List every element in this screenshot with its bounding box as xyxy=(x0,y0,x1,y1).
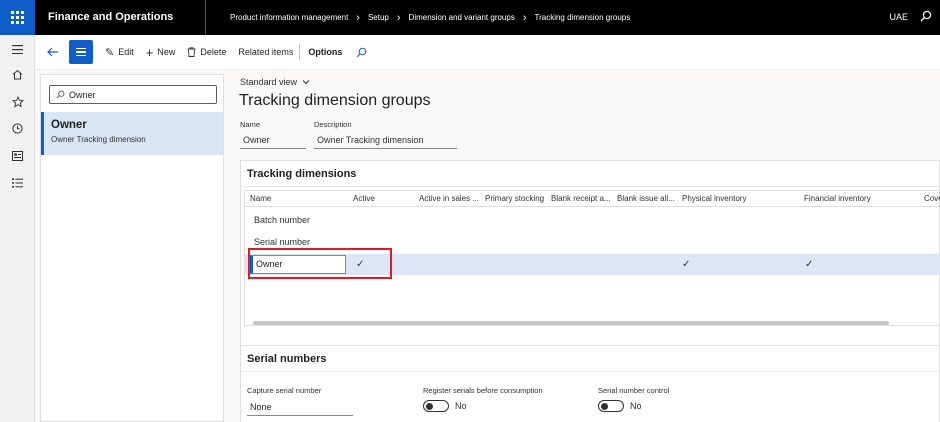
star-icon[interactable] xyxy=(11,95,24,108)
list-icon[interactable] xyxy=(11,176,24,189)
waffle-icon xyxy=(11,11,24,24)
hamburger-icon[interactable] xyxy=(11,43,24,56)
register-serials-value: No xyxy=(455,401,467,411)
column-header[interactable]: Primary stocking xyxy=(485,191,547,207)
highlight-box xyxy=(248,248,392,279)
serial-numbers-section: Serial numbers Capture serial number Non… xyxy=(240,345,940,422)
delete-label: Delete xyxy=(200,47,227,57)
app-title[interactable]: Finance and Operations xyxy=(35,0,206,35)
register-serials-field: Register serials before consumption No xyxy=(423,386,543,412)
list-item[interactable]: Owner Owner Tracking dimension xyxy=(41,112,223,155)
column-header[interactable]: Blank receipt a... xyxy=(551,191,613,207)
register-serials-label: Register serials before consumption xyxy=(423,386,543,395)
serial-control-toggle[interactable] xyxy=(598,400,624,412)
delete-button[interactable]: Delete xyxy=(181,35,232,70)
new-button[interactable]: + New xyxy=(140,35,182,70)
column-header[interactable]: Active in sales ... xyxy=(419,191,481,207)
record-list-panel: Owner Owner Owner Tracking dimension xyxy=(40,74,224,422)
page-title: Tracking dimension groups xyxy=(239,92,431,109)
chevron-down-icon xyxy=(302,80,309,85)
name-label: Name xyxy=(240,120,261,129)
navigation-rail xyxy=(0,35,35,422)
column-header[interactable]: Physical inventory xyxy=(682,191,792,207)
back-arrow-icon xyxy=(47,47,58,57)
pencil-icon: ✎ xyxy=(105,46,115,59)
breadcrumb-item[interactable]: Dimension and variant groups xyxy=(409,13,515,22)
top-bar: Finance and Operations Product informati… xyxy=(0,0,940,35)
capture-serial-select[interactable]: None xyxy=(247,402,353,416)
column-header[interactable]: Cove xyxy=(924,191,940,207)
grid-header: Name Active Active in sales ... Primary … xyxy=(245,191,940,207)
list-item-title: Owner xyxy=(51,119,87,131)
filter-input[interactable]: Owner xyxy=(49,85,217,104)
serial-control-value: No xyxy=(630,401,642,411)
clock-icon[interactable] xyxy=(11,122,24,135)
horizontal-scrollbar[interactable] xyxy=(253,321,889,325)
edit-button[interactable]: ✎ Edit xyxy=(99,35,140,70)
serial-control-label: Serial number control xyxy=(598,386,670,395)
view-selector[interactable]: Standard view xyxy=(240,77,310,87)
workspace-icon[interactable] xyxy=(11,149,24,162)
description-field: Description Owner Tracking dimension xyxy=(314,120,457,149)
capture-serial-field: Capture serial number None xyxy=(247,386,353,416)
breadcrumb-item[interactable]: Setup xyxy=(368,13,389,22)
search-icon xyxy=(357,47,367,57)
action-pane: ✎ Edit + New Delete Related items Option… xyxy=(35,35,940,70)
related-items-button[interactable]: Related items xyxy=(232,35,299,70)
breadcrumb-item[interactable]: Product information management xyxy=(230,13,348,22)
chevron-right-icon: › xyxy=(522,11,527,24)
section-title[interactable]: Serial numbers xyxy=(241,346,939,372)
section-title[interactable]: Tracking dimensions xyxy=(241,161,939,187)
list-item-subtitle: Owner Tracking dimension xyxy=(51,135,146,144)
row-name: Batch number xyxy=(254,215,311,225)
view-selector-label: Standard view xyxy=(240,77,298,87)
details-pane: Standard view Tracking dimension groups … xyxy=(228,70,940,422)
search-icon xyxy=(56,90,65,99)
column-header[interactable]: Active xyxy=(353,191,413,207)
breadcrumb-item[interactable]: Tracking dimension groups xyxy=(535,13,631,22)
column-header[interactable]: Financial inventory xyxy=(804,191,914,207)
chevron-right-icon: › xyxy=(396,11,401,24)
back-button[interactable] xyxy=(35,35,65,70)
plus-icon: + xyxy=(145,44,154,60)
column-header[interactable]: Name xyxy=(250,191,340,207)
name-input[interactable]: Owner xyxy=(240,135,306,149)
name-field: Name Owner xyxy=(240,120,306,149)
capture-serial-label: Capture serial number xyxy=(247,386,322,395)
trash-icon xyxy=(187,47,196,57)
physical-inventory-check-icon[interactable]: ✓ xyxy=(682,254,690,275)
column-header[interactable]: Blank issue all... xyxy=(617,191,679,207)
financial-inventory-check-icon[interactable]: ✓ xyxy=(805,254,813,275)
app-launcher-button[interactable] xyxy=(0,0,35,35)
description-label: Description xyxy=(314,120,352,129)
filter-value: Owner xyxy=(69,89,96,100)
serial-control-field: Serial number control No xyxy=(598,386,669,412)
list-view-button[interactable] xyxy=(69,40,93,64)
home-icon[interactable] xyxy=(11,68,24,81)
description-input[interactable]: Owner Tracking dimension xyxy=(314,135,457,149)
breadcrumb: Product information management › Setup ›… xyxy=(206,12,630,24)
search-icon[interactable] xyxy=(920,10,932,22)
register-serials-toggle[interactable] xyxy=(423,400,449,412)
options-tab[interactable]: Options xyxy=(299,44,350,60)
company-picker[interactable]: UAE xyxy=(889,0,908,35)
action-search-button[interactable] xyxy=(350,35,373,70)
chevron-right-icon: › xyxy=(356,11,360,24)
edit-label: Edit xyxy=(118,47,134,57)
new-label: New xyxy=(157,47,176,57)
table-row[interactable]: Batch number xyxy=(245,210,940,231)
